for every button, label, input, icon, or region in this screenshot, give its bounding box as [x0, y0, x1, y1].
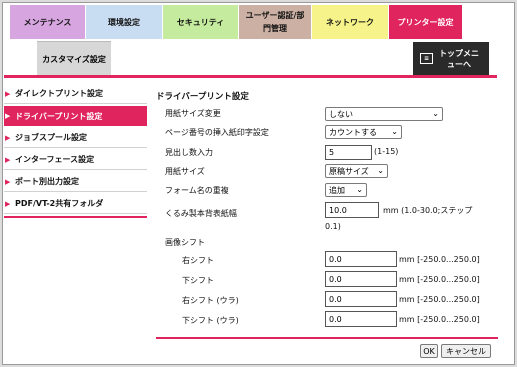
sidebar-arrow-icon: ▶: [5, 133, 11, 142]
chevron-down-icon: ⌄: [377, 166, 384, 175]
chevron-down-icon: ⌄: [391, 127, 398, 136]
form-overlap-select[interactable]: 追加 ⌄: [325, 183, 367, 197]
tab-user-auth[interactable]: ユーザー認証/部門管理: [239, 5, 312, 39]
paper-size-change-label: 用紙サイズ変更: [165, 109, 221, 118]
index-count-range: (1-15): [374, 147, 399, 156]
sidebar-item-pdf-vt2[interactable]: ▶ PDF/VT-2共有フォルダ: [4, 194, 147, 214]
image-shift-label: 画像シフト: [165, 238, 205, 247]
tab-label: ネットワーク: [326, 17, 374, 27]
paper-size-select[interactable]: 原稿サイズ ⌄: [325, 164, 388, 178]
select-value: 原稿サイズ: [329, 166, 369, 176]
tab-network[interactable]: ネットワーク: [312, 5, 389, 39]
tab-label: カスタマイズ設定: [42, 54, 106, 64]
page-number-label: ページ番号の挿入紙印字設定: [165, 128, 269, 137]
sidebar-item-label: ポート別出力設定: [15, 177, 79, 186]
paper-size-label: 用紙サイズ: [165, 167, 205, 176]
sidebar-arrow-icon: ▶: [5, 199, 11, 208]
top-tab-bar: メンテナンス 環境設定 セキュリティ ユーザー認証/部門管理 ネットワーク プリ…: [10, 5, 463, 39]
tab-label: メンテナンス: [23, 17, 72, 27]
shift-down-back-input[interactable]: 0.0: [325, 311, 397, 327]
tab-customize[interactable]: カスタマイズ設定: [37, 41, 111, 76]
tab-environment[interactable]: 環境設定: [86, 5, 163, 39]
ok-button[interactable]: OK: [420, 344, 438, 358]
sidebar-item-label: ダイレクトプリント設定: [15, 89, 103, 98]
select-value: カウントする: [329, 127, 377, 137]
sidebar-item-direct-print[interactable]: ▶ ダイレクトプリント設定: [4, 84, 147, 104]
sidebar-item-port-output[interactable]: ▶ ポート別出力設定: [4, 172, 147, 192]
shift-down-input[interactable]: 0.0: [325, 271, 397, 287]
chevron-down-icon: ⌄: [432, 109, 439, 118]
spine-width-input[interactable]: 10.0: [325, 202, 379, 218]
page-title: ドライバープリント設定: [156, 92, 249, 102]
sidebar-item-label: PDF/VT-2共有フォルダ: [15, 199, 104, 208]
sidebar-item-label: ドライバープリント設定: [15, 111, 103, 121]
index-count-label: 見出し数入力: [165, 148, 213, 157]
chevron-down-icon: ⌄: [356, 185, 363, 194]
tab-label: プリンター設定: [397, 17, 454, 27]
select-value: 追加: [329, 185, 345, 195]
cancel-button[interactable]: キャンセル: [441, 344, 491, 358]
sidebar-divider: [4, 216, 147, 218]
spine-width-range-cont: 0.1): [325, 222, 341, 231]
tab-label: セキュリティ: [176, 17, 225, 27]
sidebar-arrow-icon: ▶: [5, 177, 11, 186]
shift-right-label: 右シフト: [182, 256, 214, 265]
sidebar: ▶ ダイレクトプリント設定 ▶ ドライバープリント設定 ▶ ジョブスプール設定 ▶ イン…: [4, 84, 147, 216]
top-menu-icon: ≡: [420, 53, 433, 64]
spine-width-label: くるみ製本背表紙幅: [165, 209, 237, 218]
top-menu-button[interactable]: ≡ トップメニューへ: [413, 42, 489, 75]
select-value: しない: [329, 109, 353, 119]
tab-label: 環境設定: [108, 17, 140, 27]
content-divider: [156, 337, 498, 339]
page-number-select[interactable]: カウントする ⌄: [325, 125, 402, 139]
shift-right-back-input[interactable]: 0.0: [325, 291, 397, 307]
shift-down-back-range: mm [-250.0...250.0]: [399, 315, 480, 324]
shift-down-label: 下シフト: [182, 276, 214, 285]
index-count-input[interactable]: 5: [325, 145, 372, 160]
spine-width-range: mm (1.0-30.0;ステップ: [383, 206, 473, 215]
sidebar-arrow-icon: ▶: [5, 89, 11, 98]
tab-security[interactable]: セキュリティ: [163, 5, 239, 39]
shift-down-back-label: 下シフト (ウラ): [182, 316, 239, 325]
sidebar-item-job-spool[interactable]: ▶ ジョブスプール設定: [4, 128, 147, 148]
paper-size-change-select[interactable]: しない ⌄: [325, 107, 443, 121]
top-menu-label: トップメニューへ: [439, 48, 479, 69]
shift-right-range: mm [-250.0...250.0]: [399, 255, 480, 264]
shift-right-back-label: 右シフト (ウラ): [182, 296, 239, 305]
sidebar-item-interface[interactable]: ▶ インターフェース設定: [4, 150, 147, 170]
tab-label: ユーザー認証/部門管理: [245, 11, 305, 33]
sidebar-item-driver-print[interactable]: ▶ ドライバープリント設定: [4, 106, 147, 126]
sidebar-item-label: ジョブスプール設定: [15, 133, 87, 142]
sidebar-arrow-icon: ▶: [5, 112, 11, 120]
sidebar-item-label: インターフェース設定: [15, 155, 95, 164]
form-overlap-label: フォーム名の重複: [165, 186, 229, 195]
header-divider: [4, 75, 497, 78]
shift-right-input[interactable]: 0.0: [325, 251, 397, 267]
tab-maintenance[interactable]: メンテナンス: [10, 5, 86, 39]
shift-down-range: mm [-250.0...250.0]: [399, 275, 480, 284]
sidebar-arrow-icon: ▶: [5, 155, 11, 164]
tab-printer-settings[interactable]: プリンター設定: [389, 5, 463, 39]
shift-right-back-range: mm [-250.0...250.0]: [399, 295, 480, 304]
